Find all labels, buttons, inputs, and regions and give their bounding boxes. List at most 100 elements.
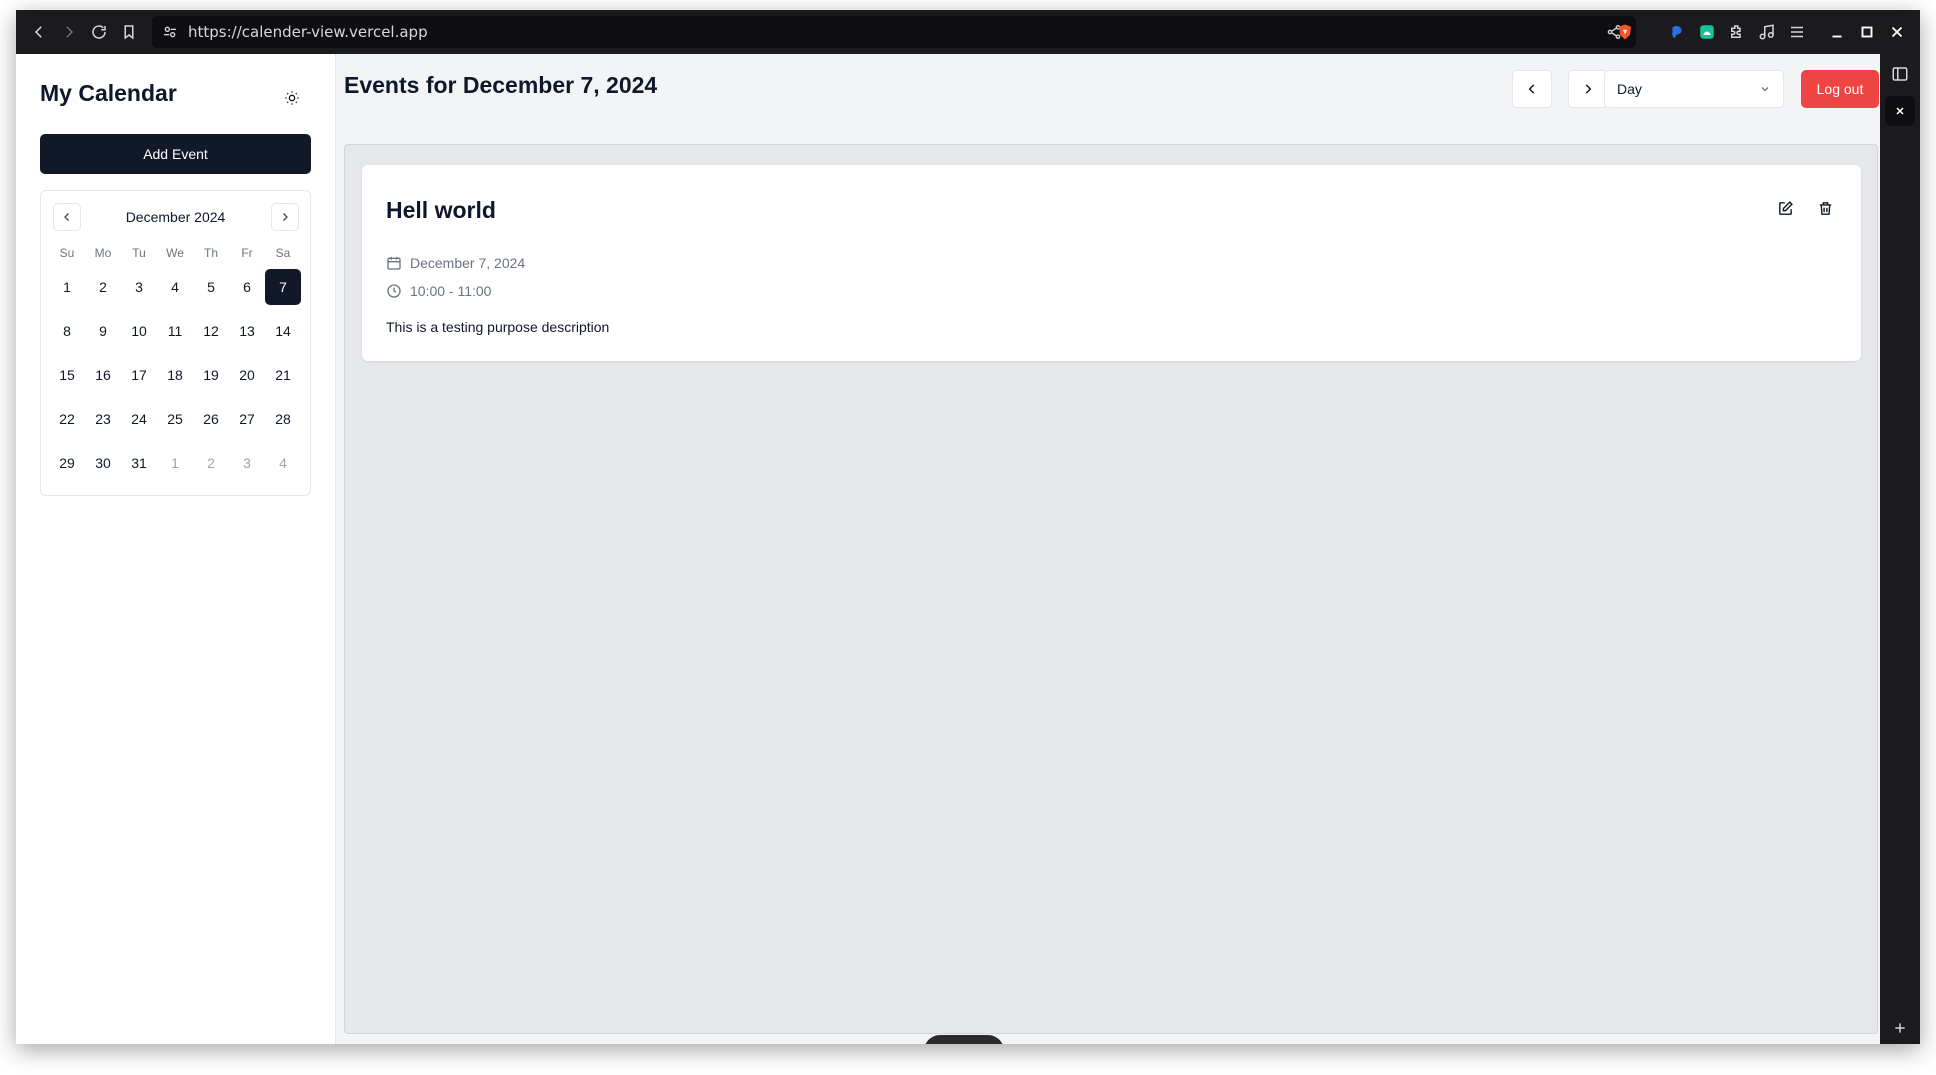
- calendar-day[interactable]: 9: [85, 313, 121, 349]
- view-select-value: Day: [1617, 81, 1642, 97]
- week-row: 1 2 3 4 5 6 7: [49, 265, 304, 309]
- sidebar-toggle-icon[interactable]: [1888, 62, 1912, 86]
- bookmark-icon[interactable]: [114, 17, 144, 47]
- event-title: Hell world: [386, 197, 496, 223]
- calendar-day[interactable]: 19: [193, 357, 229, 393]
- url-text[interactable]: https://calender-view.vercel.app: [188, 23, 428, 41]
- weekday-label: Fr: [241, 246, 253, 260]
- view-icon[interactable]: [957, 1042, 971, 1045]
- weekday-label: We: [166, 246, 184, 260]
- clock-icon: [387, 284, 401, 298]
- browser-sidebar: [1880, 54, 1920, 1044]
- calendar-day[interactable]: 8: [49, 313, 85, 349]
- week-row: 8 9 10 11 12 13 14: [49, 309, 304, 353]
- week-row: 29 30 31 1 2 3 4: [49, 441, 304, 485]
- calendar-day[interactable]: 15: [49, 357, 85, 393]
- floating-toolbar: [924, 1035, 1004, 1044]
- next-month-button[interactable]: [271, 203, 299, 231]
- calendar-day[interactable]: 24: [121, 401, 157, 437]
- minimize-icon[interactable]: [1822, 17, 1852, 47]
- site-settings-icon[interactable]: [162, 24, 178, 40]
- trash-icon[interactable]: [1814, 197, 1836, 219]
- calendar-day-outside-month[interactable]: 3: [229, 445, 265, 481]
- sun-icon[interactable]: [281, 87, 303, 109]
- calendar-app: My Calendar Add Event December 2024 Su M…: [16, 54, 1880, 1044]
- chevron-down-icon: [1761, 87, 1769, 92]
- sidebar: My Calendar Add Event December 2024 Su M…: [16, 54, 336, 1044]
- week-row: 22 23 24 25 26 27 28: [49, 397, 304, 441]
- weekday-label: Su: [59, 246, 75, 260]
- main-content: Events for December 7, 2024 Day Log out …: [336, 54, 1880, 1044]
- month-label: December 2024: [125, 209, 226, 225]
- address-bar[interactable]: https://calender-view.vercel.app: [152, 16, 1636, 48]
- event-card[interactable]: Hell world December 7, 2024 10:00 - 11:0…: [362, 165, 1861, 361]
- weekday-label: Sa: [275, 246, 291, 260]
- mini-calendar: December 2024 Su Mo Tu We Th Fr Sa 1 2 3…: [40, 190, 311, 496]
- plus-icon[interactable]: [1890, 1018, 1910, 1038]
- back-icon[interactable]: [24, 17, 54, 47]
- chevron-left-icon: [1528, 84, 1535, 94]
- calendar-day[interactable]: 22: [49, 401, 85, 437]
- calendar-day[interactable]: 28: [265, 401, 301, 437]
- prev-day-button[interactable]: [1512, 70, 1552, 108]
- calendar-day[interactable]: 16: [85, 357, 121, 393]
- music-icon[interactable]: [1752, 17, 1782, 47]
- calendar-day[interactable]: 26: [193, 401, 229, 437]
- maximize-icon[interactable]: [1852, 17, 1882, 47]
- weekday-label: Th: [203, 246, 218, 260]
- calendar-day[interactable]: 3: [121, 269, 157, 305]
- view-select[interactable]: Day: [1604, 70, 1784, 108]
- calendar-day[interactable]: 10: [121, 313, 157, 349]
- forward-icon[interactable]: [54, 17, 84, 47]
- calendar-day[interactable]: 1: [49, 269, 85, 305]
- calendar-day[interactable]: 2: [85, 269, 121, 305]
- calendar-day[interactable]: 29: [49, 445, 85, 481]
- calendar-day-outside-month[interactable]: 1: [157, 445, 193, 481]
- calendar-day[interactable]: 31: [121, 445, 157, 481]
- calendar-icon: [387, 257, 401, 270]
- calendar-day[interactable]: 14: [265, 313, 301, 349]
- calendar-day[interactable]: 6: [229, 269, 265, 305]
- calendar-day[interactable]: 13: [229, 313, 265, 349]
- list-icon[interactable]: [978, 1042, 992, 1045]
- extension-icon[interactable]: [1692, 17, 1722, 47]
- weekday-label: Tu: [132, 246, 146, 260]
- edit-icon[interactable]: [1774, 197, 1796, 219]
- page-title: Events for December 7, 2024: [344, 72, 658, 98]
- calendar-day[interactable]: 25: [157, 401, 193, 437]
- next-day-button[interactable]: [1568, 70, 1608, 108]
- calendar-day[interactable]: 12: [193, 313, 229, 349]
- close-panel-icon[interactable]: [1885, 96, 1915, 126]
- menu-icon[interactable]: [1782, 17, 1812, 47]
- calendar-day[interactable]: 4: [157, 269, 193, 305]
- weekday-header: Su Mo Tu We Th Fr Sa: [49, 241, 304, 265]
- extension-icon[interactable]: [1662, 17, 1692, 47]
- browser-window: https://calender-view.vercel.app My Cale…: [16, 10, 1920, 1044]
- event-time-row: 10:00 - 11:00: [386, 283, 491, 299]
- calendar-day-outside-month[interactable]: 4: [265, 445, 301, 481]
- calendar-day-selected[interactable]: 7: [265, 269, 301, 305]
- calendar-day[interactable]: 23: [85, 401, 121, 437]
- chat-icon[interactable]: [937, 1042, 951, 1044]
- calendar-day[interactable]: 5: [193, 269, 229, 305]
- calendar-day-outside-month[interactable]: 2: [193, 445, 229, 481]
- chevron-right-icon: [1585, 84, 1592, 94]
- calendar-day[interactable]: 18: [157, 357, 193, 393]
- puzzle-icon[interactable]: [1722, 17, 1752, 47]
- calendar-day[interactable]: 20: [229, 357, 265, 393]
- calendar-day[interactable]: 17: [121, 357, 157, 393]
- add-event-button[interactable]: Add Event: [40, 134, 311, 174]
- calendar-day[interactable]: 27: [229, 401, 265, 437]
- calendar-day[interactable]: 30: [85, 445, 121, 481]
- reload-icon[interactable]: [84, 17, 114, 47]
- close-icon[interactable]: [1882, 17, 1912, 47]
- week-row: 15 16 17 18 19 20 21: [49, 353, 304, 397]
- logout-button[interactable]: Log out: [1801, 70, 1879, 108]
- browser-toolbar: https://calender-view.vercel.app: [16, 10, 1920, 54]
- brave-shield-icon[interactable]: [1610, 17, 1640, 47]
- event-time: 10:00 - 11:00: [410, 283, 492, 299]
- event-date: December 7, 2024: [410, 255, 526, 271]
- weekday-label: Mo: [94, 246, 112, 260]
- calendar-day[interactable]: 11: [157, 313, 193, 349]
- calendar-day[interactable]: 21: [265, 357, 301, 393]
